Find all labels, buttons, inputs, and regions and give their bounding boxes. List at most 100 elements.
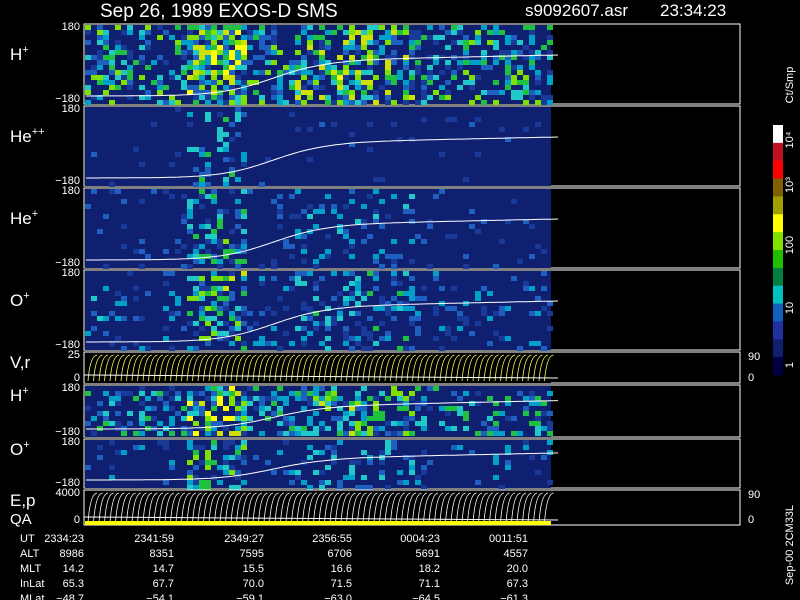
spectrogram-cell (193, 50, 199, 55)
spectrogram-cell (295, 281, 301, 286)
spectrogram-cell (277, 224, 283, 229)
spectrogram-cell (193, 401, 199, 406)
colorbar-tick: 10⁴ (784, 131, 796, 148)
spectrogram-cell (121, 80, 127, 85)
spectrogram-cell (295, 214, 301, 219)
spectrogram-cell (139, 386, 145, 391)
spectrogram-cell (295, 391, 301, 396)
spectrogram-cell (529, 455, 535, 460)
spectrogram-cell (247, 396, 253, 401)
spectrogram-cell (223, 440, 229, 445)
spectrogram-cell (361, 80, 367, 85)
spectrogram-cell (295, 276, 301, 281)
spectrogram-cell (211, 70, 217, 75)
spectrogram-cell (487, 90, 493, 95)
spectrogram-cell (289, 254, 295, 259)
spectrogram-cell (295, 326, 301, 331)
spectrogram-cell (391, 296, 397, 301)
spectrogram-cell (391, 259, 397, 264)
spectrogram-cell (523, 90, 529, 95)
spectrogram-cell (391, 35, 397, 40)
spectrogram-cell (97, 316, 103, 321)
spectrogram-cell (379, 391, 385, 396)
spectrogram-cell (397, 346, 403, 351)
spectrogram-cell (205, 95, 211, 100)
spectrogram-cell (307, 157, 313, 162)
spectrogram-cell (493, 426, 499, 431)
spectrogram-cell (511, 75, 517, 80)
spectrogram-cell (415, 316, 421, 321)
spectrogram-cell (337, 80, 343, 85)
spectrogram-cell (175, 396, 181, 401)
spectrogram-cell (301, 234, 307, 239)
spectrogram-cell (121, 70, 127, 75)
spectrogram-cell (415, 480, 421, 485)
spectrogram-cell (133, 445, 139, 450)
spectrogram-cell (103, 214, 109, 219)
spectrogram-cell (109, 396, 115, 401)
spectrogram-cell (241, 244, 247, 249)
spectrogram-cell (325, 70, 331, 75)
colorbar-tick: 10 (784, 302, 796, 314)
spectrogram-cell (199, 281, 205, 286)
spectrogram-cell (199, 401, 205, 406)
spectrogram-cell (523, 75, 529, 80)
spectrogram-cell (403, 301, 409, 306)
spectrogram-cell (301, 480, 307, 485)
spectrogram-cell (187, 30, 193, 35)
spectrogram-cell (469, 40, 475, 45)
spectrogram-cell (229, 50, 235, 55)
table-cell: −59.1 (236, 593, 264, 600)
spectrogram-cell (535, 90, 541, 95)
spectrogram-cell (181, 406, 187, 411)
spectrogram-cell (355, 286, 361, 291)
spectrogram-cell (217, 214, 223, 219)
spectrogram-cell (241, 480, 247, 485)
spectrogram-cell (289, 391, 295, 396)
spectrogram-cell (151, 122, 157, 127)
spectrogram-cell (385, 450, 391, 455)
line-panel-background (85, 353, 551, 383)
spectrogram-cell (343, 401, 349, 406)
spectrogram-cell (517, 391, 523, 396)
spectrogram-cell (469, 331, 475, 336)
panel-label: O+ (10, 439, 30, 459)
spectrogram-cell (409, 470, 415, 475)
spectrogram-cell (373, 406, 379, 411)
spectrogram-cell (385, 214, 391, 219)
spectrogram-cell (481, 65, 487, 70)
spectrogram-cell (373, 416, 379, 421)
spectrogram-cell (301, 209, 307, 214)
spectrogram-cell (487, 291, 493, 296)
spectrogram-cell (211, 460, 217, 465)
spectrogram-cell (379, 264, 385, 269)
spectrogram-cell (283, 65, 289, 70)
spectrogram-cell (433, 311, 439, 316)
spectrogram-cell (313, 281, 319, 286)
spectrogram-cell (391, 100, 397, 105)
spectrogram-cell (211, 276, 217, 281)
spectrogram-cell (373, 75, 379, 80)
spectrogram-cell (349, 291, 355, 296)
spectrogram-cell (349, 30, 355, 35)
spectrogram-cell (193, 55, 199, 60)
spectrogram-cell (193, 147, 199, 152)
spectrogram-cell (457, 406, 463, 411)
spectrogram-cell (391, 421, 397, 426)
spectrogram-cell (211, 35, 217, 40)
spectrogram-cell (109, 311, 115, 316)
spectrogram-cell (421, 396, 427, 401)
spectrogram-cell (127, 25, 133, 30)
spectrogram-cell (319, 122, 325, 127)
spectrogram-cell (169, 416, 175, 421)
spectrogram-cell (175, 25, 181, 30)
spectrogram-cell (457, 326, 463, 331)
spectrogram-cell (217, 480, 223, 485)
y-tick-top: 180 (62, 436, 80, 448)
spectrogram-cell (433, 306, 439, 311)
spectrogram-cell (235, 416, 241, 421)
spectrogram-cell (511, 276, 517, 281)
spectrogram-cell (235, 450, 241, 455)
spectrogram-cell (187, 440, 193, 445)
spectrogram-cell (205, 411, 211, 416)
